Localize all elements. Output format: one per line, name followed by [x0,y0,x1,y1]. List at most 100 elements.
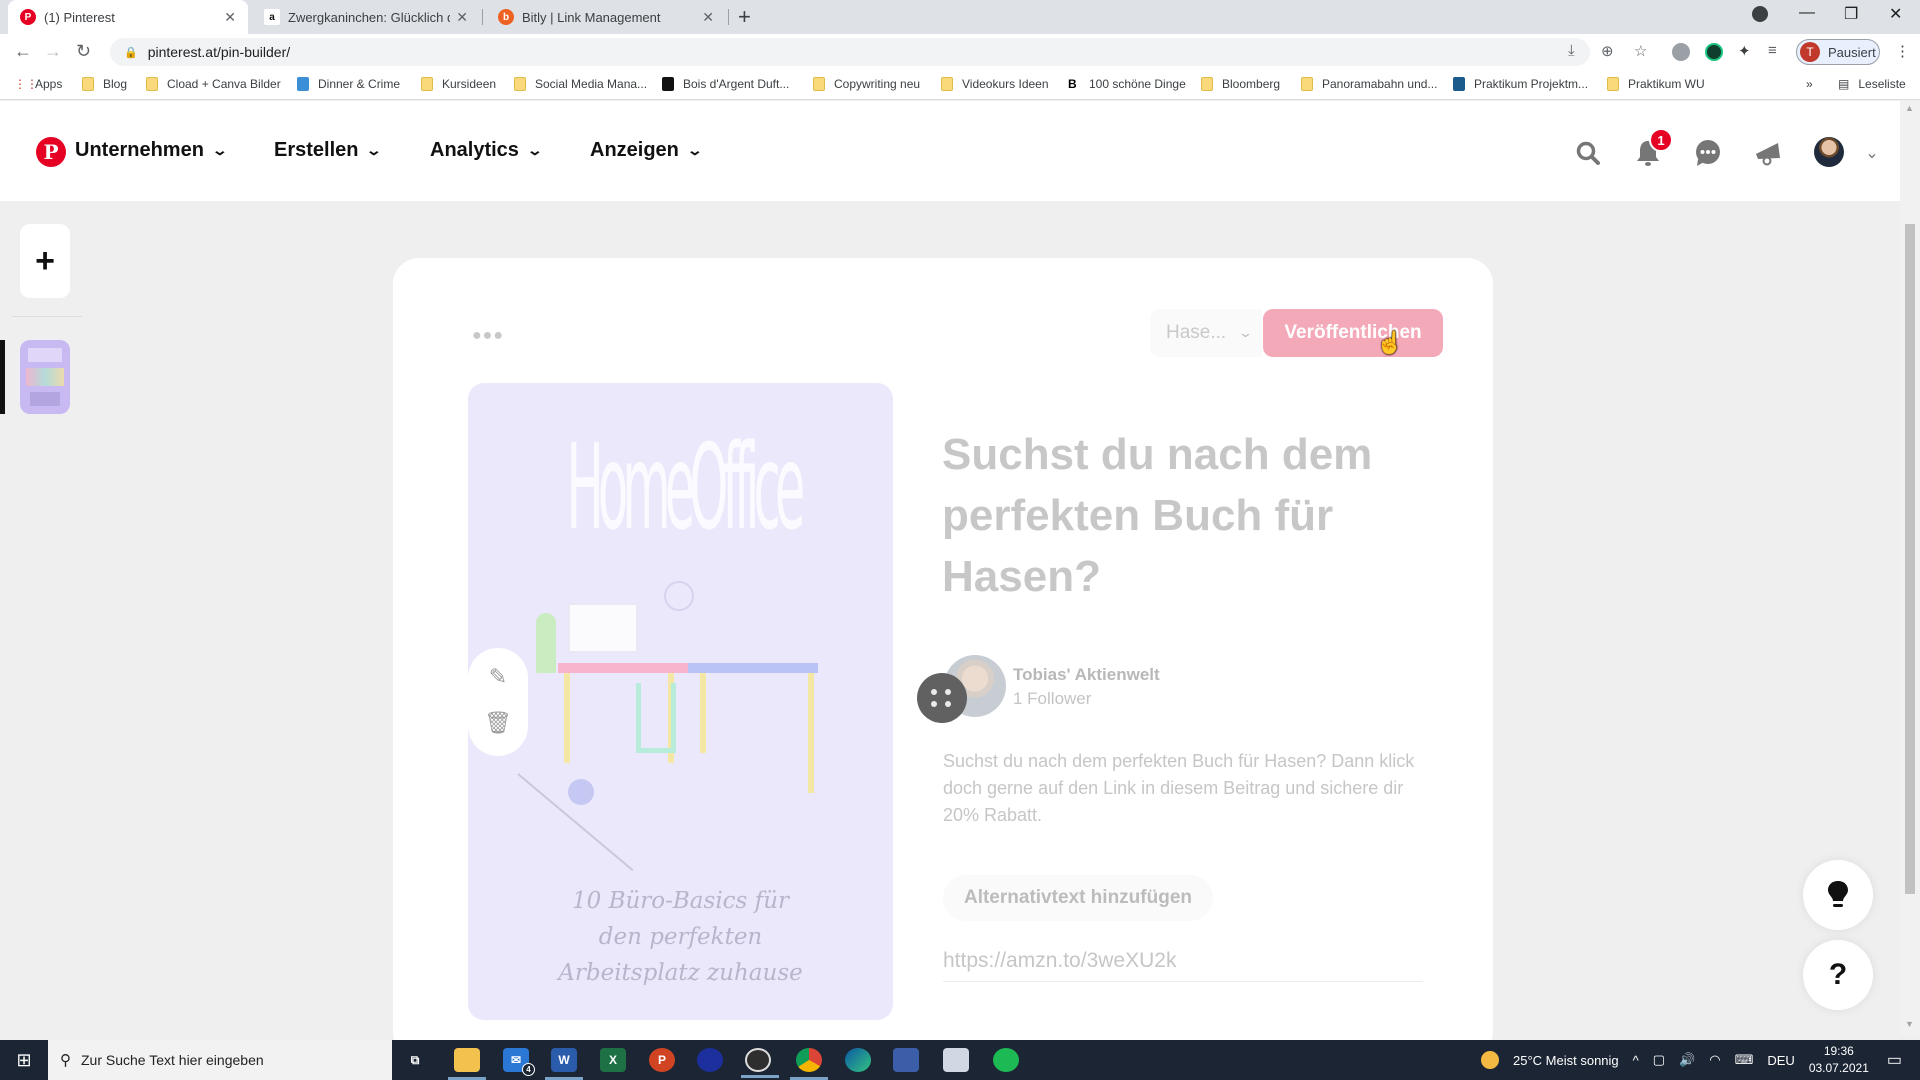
bookmark-item[interactable]: Social Media Mana... [514,77,647,91]
minimize-icon[interactable]: — [1799,4,1815,22]
page-scrollbar[interactable]: ▲ ▼ [1900,101,1920,1035]
wifi-icon[interactable]: ◠ [1709,1052,1720,1068]
install-icon[interactable]: ⤓ [1568,42,1575,59]
reading-list-icon: ▤ [1838,77,1850,91]
mail-icon[interactable]: ✉ 4 [503,1048,535,1076]
file-explorer-icon[interactable] [448,1048,486,1080]
drag-handle-icon[interactable] [917,673,967,723]
bookmark-item[interactable]: B 100 schöne Dinge [1068,77,1186,91]
rail-divider [12,316,82,317]
reload-icon[interactable]: ↻ [76,41,91,62]
close-icon[interactable]: ✕ [224,9,236,26]
draft-pin-thumbnail[interactable] [20,340,70,414]
excel-icon[interactable]: X [600,1048,626,1072]
task-view-icon[interactable]: ⧉ [402,1048,428,1072]
bookmark-item[interactable]: Bloomberg [1201,77,1280,91]
bookmark-item[interactable]: Praktikum Projektm... [1453,77,1588,91]
tab-bitly[interactable]: b Bitly | Link Management ✕ [486,0,726,34]
camera-icon[interactable]: ▢ [1653,1052,1665,1068]
close-window-icon[interactable]: ✕ [1889,4,1902,24]
keyboard-icon[interactable]: ⌨ [1735,1052,1754,1068]
add-alt-text-button[interactable]: Alternativtext hinzufügen [943,875,1213,921]
nav-analytics[interactable]: Analytics ⌄ [430,139,543,162]
media-control-icon[interactable]: ≡ [1768,42,1777,59]
new-tab-button[interactable]: + [738,4,751,30]
restore-icon[interactable]: ❐ [1844,4,1858,24]
bookmark-item[interactable]: Cload + Canva Bilder [146,77,281,91]
bookmark-item[interactable]: Videokurs Ideen [941,77,1049,91]
bookmark-item[interactable]: Panoramabahn und... [1301,77,1437,91]
reading-list[interactable]: ▤ Leseliste [1838,77,1906,91]
bookmark-star-icon[interactable]: ☆ [1634,42,1647,60]
back-icon[interactable]: ← [14,41,32,62]
avatar[interactable] [1814,137,1844,167]
folder-icon [146,77,158,91]
nav-anzeigen[interactable]: Anzeigen ⌄ [590,139,703,162]
clock[interactable]: 19:36 03.07.2021 [1809,1043,1869,1077]
pin-title-field[interactable]: Suchst du nach dem perfekten Buch für Ha… [942,424,1442,607]
bookmark-item[interactable]: Kursideen [421,77,496,91]
app-icon[interactable] [893,1048,919,1072]
spotify-icon[interactable] [993,1048,1019,1072]
tab-pinterest[interactable]: P (1) Pinterest ✕ [8,0,248,34]
destination-link-field[interactable]: https://amzn.to/3weXU2k [943,940,1423,982]
notifications-center-icon[interactable]: ▭ [1887,1050,1902,1070]
language-indicator[interactable]: DEU [1767,1053,1794,1068]
obs-icon[interactable] [741,1048,779,1078]
account-chevron-icon[interactable]: ⌄ [1858,139,1886,167]
help-button[interactable]: ? [1803,940,1873,1010]
messages-icon[interactable] [1694,139,1722,167]
extensions-icon[interactable]: ✦ [1738,42,1751,60]
pin-description-field[interactable]: Suchst du nach dem perfekten Buch für Ha… [943,748,1433,829]
edge-icon[interactable] [845,1048,871,1072]
edit-pencil-icon[interactable]: ✎ [468,664,528,690]
publish-button[interactable]: Veröffentlichen [1263,309,1443,357]
bookmark-item[interactable]: Blog [82,77,127,91]
close-icon[interactable]: ✕ [456,9,468,26]
taskbar-search[interactable]: ⚲ Zur Suche Text hier eingeben [48,1040,392,1080]
grammarly-icon[interactable] [1705,43,1723,61]
profile-button[interactable]: T Pausiert [1796,39,1880,65]
scroll-down-icon[interactable]: ▼ [1905,1019,1914,1029]
app-icon[interactable] [943,1048,969,1072]
nav-unternehmen[interactable]: Unternehmen ⌄ [75,139,228,162]
j-icon [1453,77,1465,91]
close-icon[interactable]: ✕ [702,9,714,26]
bookmark-apps[interactable]: ⋮⋮ Apps [14,77,62,91]
tips-button[interactable] [1803,860,1873,930]
folder-icon [421,77,433,91]
adblock-icon[interactable] [1672,43,1690,61]
updates-megaphone-icon[interactable] [1754,139,1782,167]
trash-icon[interactable]: 🗑 [468,710,528,736]
bookmark-item[interactable]: Bois d'Argent Duft... [662,77,789,91]
address-bar[interactable]: 🔒 pinterest.at/pin-builder/ [110,38,1590,66]
volume-icon[interactable]: 🔊 [1679,1052,1695,1068]
tray-overflow-icon[interactable]: ^ [1633,1053,1639,1068]
pin-image[interactable]: HomeOffice 10 Büro-Basics für den perfek… [468,383,893,1020]
bookmark-item[interactable]: Praktikum WU [1607,77,1705,91]
chrome-icon[interactable] [790,1048,828,1080]
bookmark-item[interactable]: Dinner & Crime [297,77,400,91]
scroll-up-icon[interactable]: ▲ [1905,103,1914,113]
scrollbar-thumb[interactable] [1905,224,1915,894]
pinterest-logo-icon[interactable]: P [36,137,66,167]
app-icon[interactable] [697,1048,723,1072]
tab-amazon[interactable]: a Zwergkaninchen: Glücklich durch ✕ [252,0,480,34]
forward-icon[interactable]: → [44,41,62,62]
nav-erstellen[interactable]: Erstellen ⌄ [274,139,383,162]
add-pin-button[interactable]: + [20,224,70,298]
weather-text[interactable]: 25°C Meist sonnig [1513,1053,1619,1068]
bookmarks-overflow[interactable]: » [1806,77,1813,91]
powerpoint-icon[interactable]: P [649,1048,675,1072]
bookmark-item[interactable]: Copywriting neu [813,77,920,91]
search-icon[interactable] [1574,139,1602,167]
tab-strip: P (1) Pinterest ✕ a Zwergkaninchen: Glüc… [0,0,1920,34]
windows-start-icon[interactable]: ⊞ [0,1040,48,1080]
tab-search-icon[interactable] [1752,6,1768,22]
menu-kebab-icon[interactable]: ⋮ [1895,42,1910,60]
board-dropdown[interactable]: Hase... ⌄ [1150,309,1262,357]
more-options-icon[interactable]: ●●● [472,327,504,345]
zoom-icon[interactable]: ⊕ [1601,42,1614,60]
word-icon[interactable]: W [545,1048,583,1080]
apps-grid-icon: ⋮⋮ [14,77,38,91]
